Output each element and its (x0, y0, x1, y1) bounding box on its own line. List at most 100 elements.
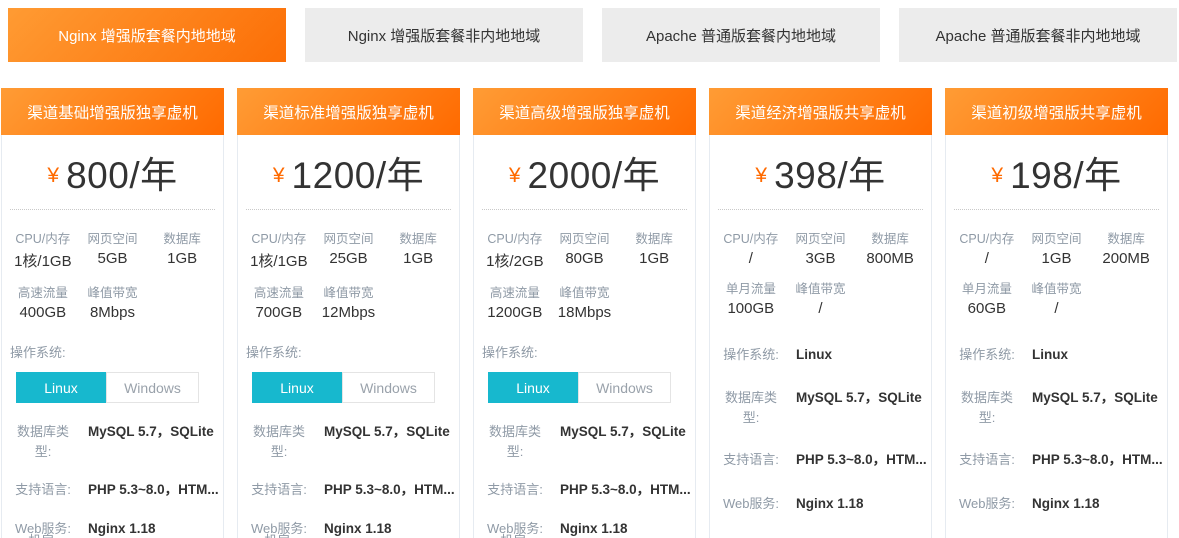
detail-value: PHP 5.3~8.0，HTM... (76, 480, 223, 500)
spec-value: 200MB (1091, 250, 1161, 272)
detail-value: PHP 5.3~8.0，HTM... (312, 480, 459, 500)
detail-row: 数据库类型:MySQL 5.7，SQLite (238, 422, 459, 461)
os-toggle: LinuxWindows (16, 372, 223, 403)
detail-value: Nginx 1.18 (76, 519, 223, 538)
os-toggle: LinuxWindows (488, 372, 695, 403)
spec-value: / (786, 300, 856, 322)
detail-row: 数据库类型:MySQL 5.7，SQLite (474, 422, 695, 461)
price-number: 2000 (528, 155, 612, 196)
spec-spacer (855, 272, 925, 300)
price-number: 198 (1010, 155, 1073, 196)
plan-card: 渠道经济增强版共享虚机¥398/年CPU/内存网页空间数据库/3GB800MB单… (709, 88, 932, 538)
spec-label: 数据库 (619, 222, 689, 250)
spec-label: 网页空间 (314, 222, 384, 250)
os-value: Linux (784, 345, 931, 365)
price-period: /年 (376, 155, 424, 196)
detail-value: MySQL 5.7，SQLite (312, 422, 459, 442)
spec-label: 网页空间 (1022, 222, 1092, 250)
spec-value: / (1022, 300, 1092, 322)
detail-row: 数据库类型:MySQL 5.7，SQLite (710, 388, 931, 427)
spec-label: 高速流量 (8, 276, 78, 304)
spec-value: 1200GB (480, 304, 550, 326)
detail-row: 支持语言:PHP 5.3~8.0，HTM... (474, 480, 695, 500)
windows-toggle-button[interactable]: Windows (342, 372, 435, 403)
spec-spacer (855, 300, 925, 322)
spec-label: 高速流量 (244, 276, 314, 304)
spec-spacer (619, 276, 689, 304)
spec-spacer (383, 304, 453, 326)
detail-label: 支持语言: (246, 480, 312, 500)
spec-label: 单月流量 (952, 272, 1022, 300)
spec-value: 8Mbps (78, 304, 148, 326)
plan-title: 渠道基础增强版独享虚机 (1, 88, 224, 135)
price-period: /年 (612, 155, 660, 196)
tab-1[interactable]: Nginx 增强版套餐非内地地域 (305, 8, 583, 62)
spec-label: 数据库 (147, 222, 217, 250)
detail-value: MySQL 5.7，SQLite (76, 422, 223, 442)
spec-spacer (1091, 300, 1161, 322)
os-row: 操作系统:Linux (946, 345, 1167, 365)
detail-value: PHP 5.3~8.0，HTM... (784, 450, 931, 470)
spec-spacer (1091, 272, 1161, 300)
windows-toggle-button[interactable]: Windows (578, 372, 671, 403)
price-number: 800 (66, 155, 129, 196)
detail-row: 支持语言:PHP 5.3~8.0，HTM... (946, 450, 1167, 470)
spec-label: CPU/内存 (952, 222, 1022, 250)
detail-row: Web服务:Nginx 1.18 (946, 494, 1167, 514)
spec-grid: CPU/内存网页空间数据库/1GB200MB单月流量峰值带宽60GB/ (946, 210, 1167, 322)
spec-spacer (383, 276, 453, 304)
detail-label: 支持语言: (718, 450, 784, 470)
tab-2[interactable]: Apache 普通版套餐内地地域 (602, 8, 880, 62)
tab-0[interactable]: Nginx 增强版套餐内地地域 (8, 8, 286, 62)
spec-spacer (147, 276, 217, 304)
plan-price: ¥2000/年 (482, 135, 687, 210)
spec-value: 5GB (78, 250, 148, 276)
spec-value: 1核/2GB (480, 250, 550, 276)
detail-label: 数据库类型: (718, 388, 784, 427)
spec-value: 25GB (314, 250, 384, 276)
detail-label: 机房: (10, 531, 76, 538)
spec-grid: CPU/内存网页空间数据库/3GB800MB单月流量峰值带宽100GB/ (710, 210, 931, 322)
spec-value: 80GB (550, 250, 620, 276)
detail-label: 数据库类型: (246, 422, 312, 461)
price-amount: 1200/年 (292, 145, 425, 199)
linux-toggle-button[interactable]: Linux (16, 372, 106, 403)
currency-symbol: ¥ (273, 156, 285, 188)
spec-value: 3GB (786, 250, 856, 272)
spec-value: 1GB (1022, 250, 1092, 272)
os-row: 操作系统:Linux (710, 345, 931, 365)
spec-value: 1GB (147, 250, 217, 276)
windows-toggle-button[interactable]: Windows (106, 372, 199, 403)
detail-row: 数据库类型:MySQL 5.7，SQLite (2, 422, 223, 461)
detail-label: Web服务: (954, 494, 1020, 514)
detail-label: 机房: (482, 531, 548, 538)
spec-value: 1核/1GB (8, 250, 78, 276)
plan-price: ¥800/年 (10, 135, 215, 210)
linux-toggle-button[interactable]: Linux (488, 372, 578, 403)
os-label: 操作系统: (474, 342, 695, 361)
price-amount: 800/年 (66, 145, 178, 199)
plan-price: ¥398/年 (718, 135, 923, 210)
detail-value: MySQL 5.7，SQLite (784, 388, 931, 408)
plan-title: 渠道初级增强版共享虚机 (945, 88, 1168, 135)
spec-value: 700GB (244, 304, 314, 326)
detail-label: 数据库类型: (10, 422, 76, 461)
price-period: /年 (837, 155, 885, 196)
plan-title: 渠道经济增强版共享虚机 (709, 88, 932, 135)
plan-price: ¥1200/年 (246, 135, 451, 210)
detail-label: Web服务: (718, 494, 784, 514)
plan-card: 渠道标准增强版独享虚机¥1200/年CPU/内存网页空间数据库1核/1GB25G… (237, 88, 460, 538)
linux-toggle-button[interactable]: Linux (252, 372, 342, 403)
detail-label: 机房: (246, 531, 312, 538)
tab-3[interactable]: Apache 普通版套餐非内地地域 (899, 8, 1177, 62)
spec-label: 峰值带宽 (1022, 272, 1092, 300)
spec-value: / (716, 250, 786, 272)
spec-label: CPU/内存 (716, 222, 786, 250)
spec-grid: CPU/内存网页空间数据库1核/2GB80GB1GB高速流量峰值带宽1200GB… (474, 210, 695, 326)
currency-symbol: ¥ (755, 156, 767, 188)
spec-value: / (952, 250, 1022, 272)
detail-value: Nginx 1.18 (312, 519, 459, 538)
detail-row: 数据库类型:MySQL 5.7，SQLite (946, 388, 1167, 427)
price-number: 1200 (292, 155, 376, 196)
os-label: 操作系统: (718, 345, 784, 365)
